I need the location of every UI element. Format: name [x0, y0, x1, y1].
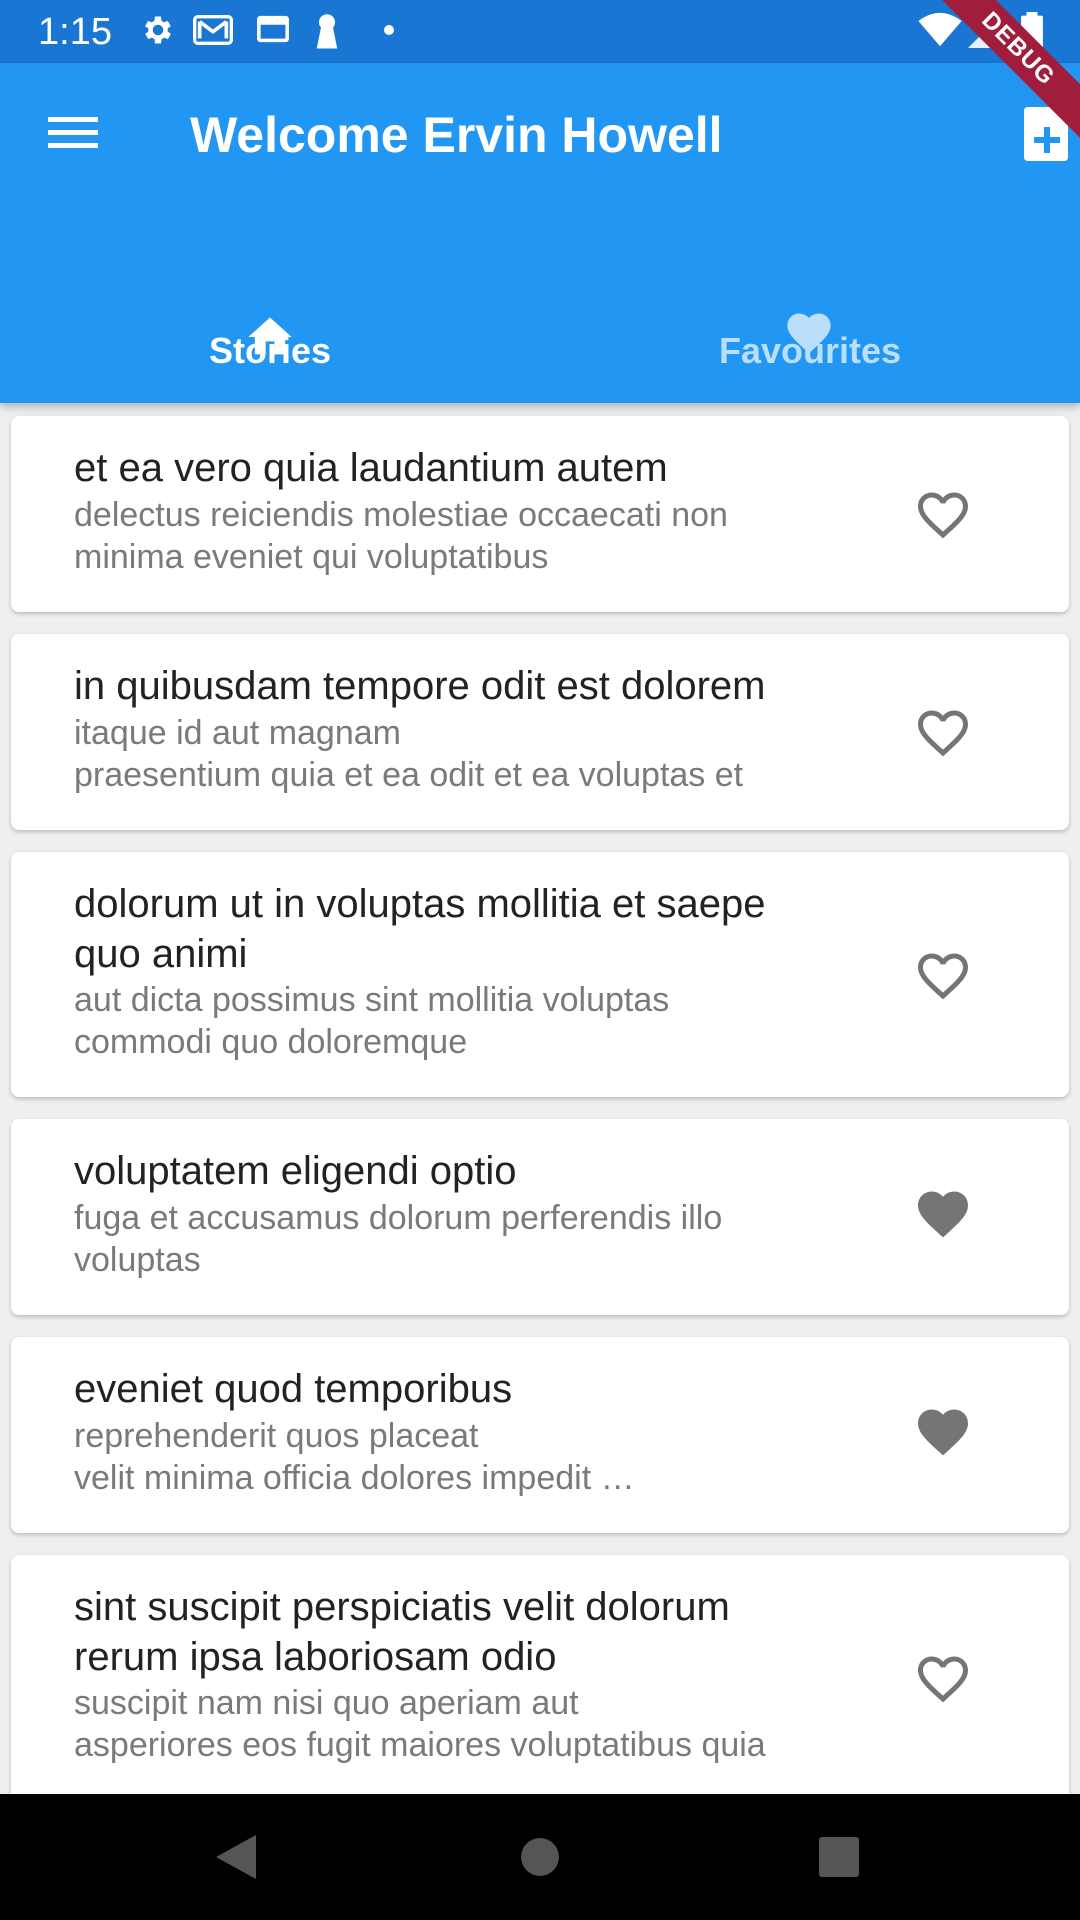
status-bar: 1:15: [0, 0, 1080, 63]
back-button[interactable]: [212, 1832, 272, 1892]
app-screen: 1:15 DEBUG Welcome Ervin Howell Stories …: [0, 0, 1080, 1920]
settings-icon: [145, 16, 171, 44]
story-title: in quibusdam tempore odit est dolorem: [74, 664, 766, 708]
page-title: Welcome Ervin Howell: [190, 107, 723, 163]
home-button[interactable]: [515, 1832, 575, 1892]
recents-button[interactable]: [814, 1832, 874, 1892]
system-navigation-bar: [0, 1794, 1080, 1920]
heart-filled-icon: [918, 1409, 968, 1456]
favourite-button[interactable]: [911, 485, 975, 545]
story-body: itaque id aut magnam praesentium quia et…: [74, 714, 744, 794]
story-card[interactable]: sint suscipit perspiciatis velit dolorum…: [11, 1555, 1069, 1794]
screen-icon: [257, 15, 289, 43]
home-circle-icon: [521, 1838, 559, 1876]
favourite-button[interactable]: [911, 1184, 975, 1244]
story-body: fuga et accusamus dolorum perferendis il…: [74, 1199, 723, 1279]
tab-stories[interactable]: Stories: [0, 233, 540, 403]
story-card[interactable]: eveniet quod temporibus reprehenderit qu…: [11, 1337, 1069, 1533]
favourite-button[interactable]: [911, 703, 975, 763]
status-time: 1:15: [38, 11, 112, 53]
story-body: suscipit nam nisi quo aperiam aut asperi…: [74, 1684, 766, 1764]
story-title: dolorum ut in voluptas mollitia et saepe…: [74, 882, 766, 976]
story-body: reprehenderit quos placeat velit minima …: [74, 1417, 635, 1497]
back-triangle-icon: [216, 1835, 256, 1879]
notification-dot-icon: [384, 25, 394, 35]
story-card[interactable]: voluptatem eligendi optio fuga et accusa…: [11, 1119, 1069, 1315]
tab-favourites[interactable]: Favourites: [540, 233, 1080, 403]
heart-outline-icon: [918, 1656, 968, 1703]
story-card[interactable]: et ea vero quia laudantium autem delectu…: [11, 416, 1069, 612]
story-title: eveniet quod temporibus: [74, 1367, 513, 1411]
recents-square-icon: [819, 1837, 859, 1877]
favourite-button[interactable]: [911, 1649, 975, 1709]
wifi-icon: [918, 12, 962, 47]
app-bar: Welcome Ervin Howell Stories Favourites: [0, 63, 1080, 403]
story-card[interactable]: in quibusdam tempore odit est dolorem it…: [11, 634, 1069, 830]
heart-filled-icon: [918, 1191, 968, 1238]
story-body: delectus reiciendis molestiae occaecati …: [74, 496, 728, 576]
story-body: aut dicta possimus sint mollitia volupta…: [74, 981, 670, 1061]
story-title: voluptatem eligendi optio: [74, 1149, 517, 1193]
hamburger-menu-icon: [48, 117, 98, 148]
story-list: et ea vero quia laudantium autem delectu…: [0, 403, 1080, 1794]
story-title: et ea vero quia laudantium autem: [74, 446, 668, 490]
tab-stories-label: Stories: [208, 330, 332, 371]
menu-button[interactable]: [40, 109, 106, 159]
heart-outline-icon: [918, 710, 968, 757]
favourite-button[interactable]: [911, 946, 975, 1006]
keyhole-icon: [316, 14, 338, 49]
heart-outline-icon: [918, 953, 968, 1000]
favourite-button[interactable]: [911, 1402, 975, 1462]
heart-outline-icon: [918, 492, 968, 539]
story-title: sint suscipit perspiciatis velit dolorum…: [74, 1585, 730, 1679]
gmail-icon: [193, 15, 233, 45]
tab-favourites-label: Favourites: [718, 330, 902, 371]
story-card[interactable]: dolorum ut in voluptas mollitia et saepe…: [11, 852, 1069, 1097]
